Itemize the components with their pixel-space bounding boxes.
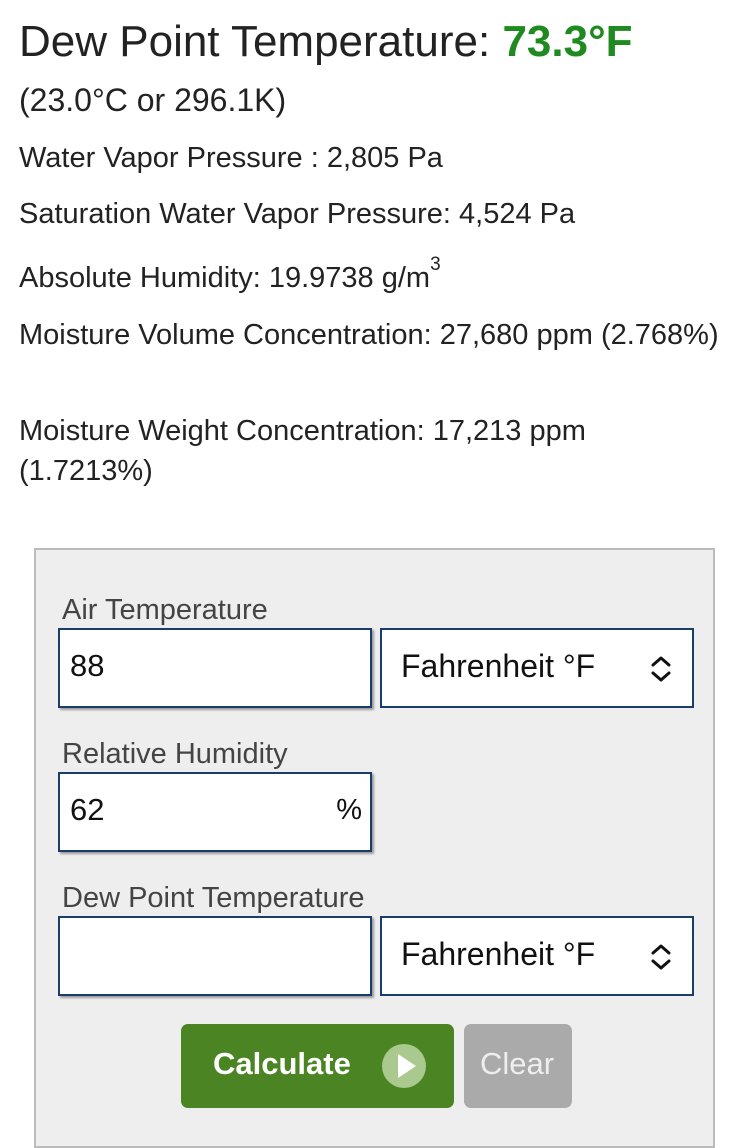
absolute-humidity-exponent: 3 bbox=[430, 254, 441, 275]
air-temperature-input[interactable]: 88 bbox=[58, 628, 372, 708]
relative-humidity-label: Relative Humidity bbox=[62, 738, 288, 770]
dew-point-unit-value: Fahrenheit °F bbox=[401, 936, 596, 972]
result-title-label: Dew Point Temperature: bbox=[19, 17, 491, 66]
result-title: Dew Point Temperature: 73.3°F bbox=[19, 14, 633, 70]
chevron-up-down-icon bbox=[651, 944, 671, 970]
water-vapor-pressure: Water Vapor Pressure : 2,805 Pa bbox=[19, 142, 443, 174]
dew-point-unit-select[interactable]: Fahrenheit °F bbox=[380, 916, 694, 996]
chevron-up-down-icon bbox=[651, 656, 671, 682]
moisture-volume-concentration: Moisture Volume Concentration: 27,680 pp… bbox=[19, 319, 719, 351]
calculator-panel: Air Temperature 88 Fahrenheit °F Relativ… bbox=[34, 548, 715, 1148]
absolute-humidity: Absolute Humidity: 19.9738 g/m3 bbox=[19, 255, 719, 298]
saturation-water-vapor-pressure: Saturation Water Vapor Pressure: 4,524 P… bbox=[19, 198, 576, 230]
air-temperature-label: Air Temperature bbox=[62, 594, 268, 626]
air-temperature-unit-select[interactable]: Fahrenheit °F bbox=[380, 628, 694, 708]
dew-point-input[interactable] bbox=[58, 916, 372, 996]
result-conversion: (23.0°C or 296.1K) bbox=[19, 82, 287, 118]
percent-unit-label: % bbox=[336, 794, 362, 826]
clear-button-label: Clear bbox=[480, 1046, 555, 1081]
air-temperature-unit-value: Fahrenheit °F bbox=[401, 648, 596, 684]
relative-humidity-input[interactable]: 62 % bbox=[58, 772, 372, 852]
absolute-humidity-text: Absolute Humidity: 19.9738 g/m bbox=[19, 262, 431, 294]
calculate-button[interactable]: Calculate bbox=[181, 1024, 454, 1108]
dew-point-label: Dew Point Temperature bbox=[62, 882, 365, 914]
air-temperature-value: 88 bbox=[70, 648, 105, 683]
play-arrow-icon bbox=[382, 1044, 426, 1088]
calculate-button-label: Calculate bbox=[213, 1046, 351, 1081]
clear-button[interactable]: Clear bbox=[464, 1024, 572, 1108]
result-title-value: 73.3°F bbox=[502, 17, 633, 66]
moisture-weight-concentration: Moisture Weight Concentration: 17,213 pp… bbox=[19, 415, 586, 487]
relative-humidity-value: 62 bbox=[70, 792, 105, 827]
